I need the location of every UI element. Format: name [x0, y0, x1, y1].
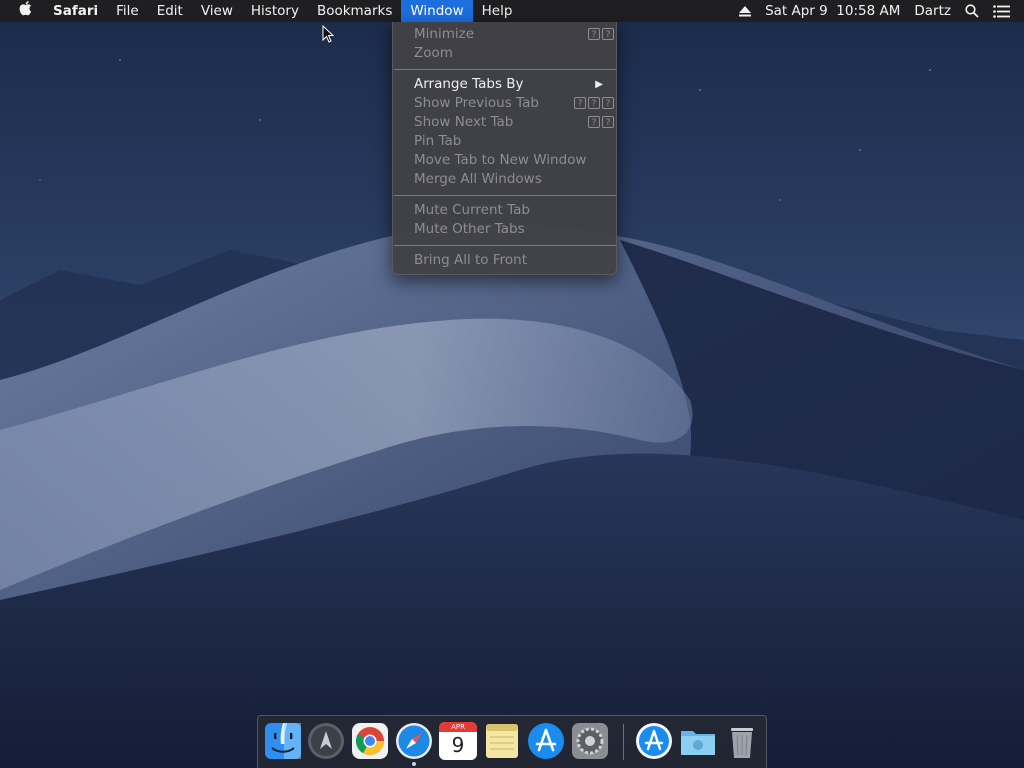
shortcut-key: ?: [574, 97, 586, 109]
downloads-folder-icon[interactable]: [679, 722, 717, 760]
safari-icon[interactable]: [395, 722, 433, 760]
keyboard-shortcut: ? ?: [588, 116, 614, 128]
dock-divider: [623, 724, 624, 760]
menu-app-name[interactable]: Safari: [44, 0, 107, 22]
shortcut-key: ?: [602, 97, 614, 109]
keyboard-shortcut: ? ?: [588, 28, 614, 40]
submenu-arrow-icon: ▶: [595, 79, 603, 90]
notes-icon[interactable]: [483, 722, 521, 760]
menu-separator: [394, 69, 616, 70]
menu-item-arrange-tabs-by[interactable]: Arrange Tabs By ▶: [393, 75, 616, 94]
menu-item-show-previous-tab[interactable]: Show Previous Tab ? ? ?: [393, 94, 616, 113]
menu-item-label: Mute Current Tab: [414, 202, 530, 218]
dock: APR 9: [257, 715, 767, 768]
calendar-icon[interactable]: APR 9: [439, 722, 477, 760]
system-preferences-icon[interactable]: [571, 722, 609, 760]
apple-menu-button[interactable]: [0, 0, 44, 22]
menu-bookmarks[interactable]: Bookmarks: [308, 0, 401, 22]
window-menu-dropdown: Minimize ? ? Zoom Arrange Tabs By ▶ Show…: [392, 22, 617, 275]
keyboard-shortcut: ? ? ?: [574, 97, 614, 109]
menu-bar: Safari File Edit View History Bookmarks …: [0, 0, 1024, 22]
user-name-menu[interactable]: Dartz: [907, 0, 958, 22]
menu-item-zoom[interactable]: Zoom: [393, 44, 616, 63]
shortcut-key: ?: [588, 97, 600, 109]
menu-item-label: Move Tab to New Window: [414, 152, 587, 168]
app-store-icon[interactable]: [527, 722, 565, 760]
menu-edit[interactable]: Edit: [148, 0, 192, 22]
menu-item-label: Minimize: [414, 26, 474, 42]
menu-bar-status-area: Sat Apr 9 10:58 AM Dartz: [732, 0, 1024, 22]
shortcut-key: ?: [602, 28, 614, 40]
finder-icon[interactable]: [264, 722, 302, 760]
launchpad-icon[interactable]: [307, 722, 345, 760]
menu-view[interactable]: View: [192, 0, 242, 22]
menu-item-mute-other-tabs[interactable]: Mute Other Tabs: [393, 220, 616, 239]
menu-file[interactable]: File: [107, 0, 148, 22]
menu-item-label: Arrange Tabs By: [414, 76, 524, 92]
menu-item-pin-tab[interactable]: Pin Tab: [393, 132, 616, 151]
menu-separator: [394, 195, 616, 196]
applications-folder-icon[interactable]: [635, 722, 673, 760]
menu-window[interactable]: Window: [401, 0, 473, 22]
calendar-month: APR: [439, 722, 477, 732]
mouse-pointer-icon: [322, 25, 334, 43]
menu-item-label: Pin Tab: [414, 133, 462, 149]
menu-item-show-next-tab[interactable]: Show Next Tab ? ?: [393, 113, 616, 132]
notification-center-icon: [993, 4, 1010, 18]
notification-center-button[interactable]: [986, 0, 1024, 22]
spotlight-search-icon: [965, 4, 979, 18]
menu-item-label: Merge All Windows: [414, 171, 542, 187]
menu-item-bring-all-to-front[interactable]: Bring All to Front: [393, 251, 616, 270]
eject-button[interactable]: [732, 0, 758, 22]
menu-item-label: Mute Other Tabs: [414, 221, 525, 237]
spotlight-button[interactable]: [958, 0, 986, 22]
menu-item-minimize[interactable]: Minimize ? ?: [393, 25, 616, 44]
menu-item-label: Show Next Tab: [414, 114, 514, 130]
shortcut-key: ?: [588, 28, 600, 40]
running-indicator: [412, 762, 416, 766]
menu-item-merge-all-windows[interactable]: Merge All Windows: [393, 170, 616, 189]
menu-separator: [394, 245, 616, 246]
trash-icon[interactable]: [723, 722, 761, 760]
clock[interactable]: Sat Apr 9 10:58 AM: [758, 0, 907, 22]
menu-history[interactable]: History: [242, 0, 308, 22]
menu-item-move-tab-to-new-window[interactable]: Move Tab to New Window: [393, 151, 616, 170]
chrome-icon[interactable]: [351, 722, 389, 760]
menu-item-label: Show Previous Tab: [414, 95, 539, 111]
calendar-day: 9: [451, 733, 465, 757]
menu-help[interactable]: Help: [473, 0, 522, 22]
shortcut-key: ?: [602, 116, 614, 128]
eject-icon: [739, 5, 752, 16]
menu-item-label: Bring All to Front: [414, 252, 527, 268]
menu-item-label: Zoom: [414, 45, 453, 61]
apple-logo-icon: [19, 1, 32, 16]
shortcut-key: ?: [588, 116, 600, 128]
menu-item-mute-current-tab[interactable]: Mute Current Tab: [393, 201, 616, 220]
